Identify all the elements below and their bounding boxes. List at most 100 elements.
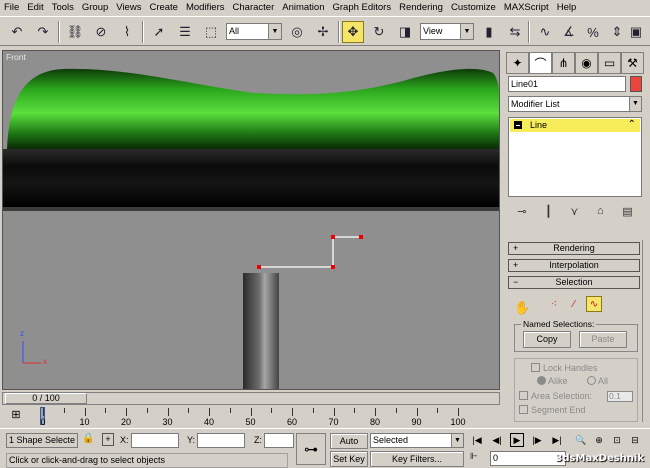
selection-filter-dropdown[interactable]: All ▼ <box>226 23 282 40</box>
z-coordinate-field[interactable] <box>264 433 294 448</box>
remove-modifier-icon[interactable]: ⌂ <box>597 205 604 217</box>
rollout-selection[interactable]: − Selection <box>508 276 640 289</box>
spinner-snap-icon[interactable]: ⇕ <box>606 21 628 43</box>
modify-tab-icon[interactable]: ⌒ <box>529 52 552 74</box>
select-and-rotate-icon[interactable]: ↻ <box>368 21 390 43</box>
key-mode-toggle-icon[interactable]: ⊩ <box>470 451 478 462</box>
alike-radio[interactable]: Alike <box>537 376 568 387</box>
display-tab-icon[interactable]: ▭ <box>598 52 621 74</box>
bind-to-space-warp-icon[interactable]: ⌇ <box>116 21 138 43</box>
show-end-result-icon[interactable]: ┃ <box>545 205 552 218</box>
menu-item-customize[interactable]: Customize <box>447 0 500 16</box>
select-and-link-manipulate-icon[interactable]: ⇆ <box>504 21 526 43</box>
key-mode-dropdown[interactable]: Selected ▼ <box>370 433 464 448</box>
menu-item-edit[interactable]: Edit <box>23 0 47 16</box>
all-radio[interactable]: All <box>587 376 608 387</box>
key-filters-button[interactable]: Key Filters... <box>370 451 464 467</box>
time-slider[interactable]: 0 / 100 <box>2 392 500 405</box>
use-pivot-center-icon[interactable]: ▮ <box>478 21 500 43</box>
snaps-toggle-icon[interactable]: ∿ <box>534 21 556 43</box>
percent-snap-icon[interactable]: % <box>582 21 604 43</box>
spline-overlay[interactable] <box>3 51 500 390</box>
paste-button[interactable]: Paste <box>579 331 627 348</box>
menu-item-animation[interactable]: Animation <box>278 0 328 16</box>
selection-lock-icon[interactable]: 🔒 <box>82 433 94 444</box>
zoom-all-icon[interactable]: ⊕ <box>592 433 606 447</box>
select-and-link-icon[interactable]: ⛓ <box>64 21 86 43</box>
segment-end-checkbox[interactable]: Segment End <box>519 405 586 416</box>
select-object-icon[interactable]: ➚ <box>148 21 170 43</box>
menu-item-help[interactable]: Help <box>553 0 581 16</box>
command-panel-scrollbar[interactable] <box>642 240 648 422</box>
angle-snap-icon[interactable]: ∡ <box>558 21 580 43</box>
copy-button[interactable]: Copy <box>523 331 571 348</box>
configure-modifier-sets-icon[interactable]: ▤ <box>622 205 632 218</box>
menu-item-character[interactable]: Character <box>229 0 279 16</box>
utilities-tab-icon[interactable]: ⚒ <box>621 52 644 74</box>
auto-key-button[interactable]: Auto Key <box>330 433 368 460</box>
collapse-icon[interactable] <box>514 121 522 129</box>
go-to-start-icon[interactable]: |◀ <box>470 433 484 447</box>
area-selection-spinner[interactable]: 0.1 <box>607 391 633 402</box>
menu-item-modifiers[interactable]: Modifiers <box>182 0 229 16</box>
zoom-extents-icon[interactable]: ⊡ <box>610 433 624 447</box>
modifier-stack[interactable]: Line ⌃ <box>508 117 642 197</box>
window-crossing-icon[interactable]: ◎ <box>286 21 308 43</box>
menu-item-file[interactable]: File <box>0 0 23 16</box>
menu-item-create[interactable]: Create <box>145 0 182 16</box>
stack-item-line[interactable]: Line ⌃ <box>510 119 640 132</box>
rollout-interpolation[interactable]: + Interpolation <box>508 259 640 272</box>
front-viewport[interactable]: Front z x <box>2 50 500 390</box>
reference-coordinate-dropdown[interactable]: View ▼ <box>420 23 474 40</box>
select-by-name-icon[interactable]: ☰ <box>174 21 196 43</box>
vertex-level-icon[interactable]: ⁖ <box>546 296 562 312</box>
menu-item-maxscript[interactable]: MAXScript <box>500 0 553 16</box>
modifier-list-dropdown[interactable]: Modifier List ▼ <box>508 96 642 112</box>
undo-icon[interactable]: ↶ <box>6 21 28 43</box>
rollout-rendering-label: Rendering <box>553 243 595 253</box>
make-unique-icon[interactable]: ⋎ <box>570 205 578 218</box>
x-coordinate-field[interactable] <box>131 433 179 448</box>
hierarchy-tab-icon[interactable]: ⋔ <box>552 52 575 74</box>
y-coordinate-field[interactable] <box>197 433 245 448</box>
selection-count-field: 1 Shape Selecte <box>6 433 78 448</box>
area-selection-checkbox[interactable]: Area Selection: <box>519 391 592 402</box>
menu-item-views[interactable]: Views <box>112 0 145 16</box>
menu-item-rendering[interactable]: Rendering <box>395 0 447 16</box>
open-mini-curve-editor-icon[interactable]: ⊞ <box>8 408 24 424</box>
select-and-scale-icon[interactable]: ◨ <box>394 21 416 43</box>
select-and-manipulate-icon[interactable]: ✢ <box>312 21 334 43</box>
object-color-swatch[interactable] <box>630 76 642 92</box>
chevron-down-icon: ▼ <box>629 97 641 111</box>
rollout-rendering[interactable]: + Rendering <box>508 242 640 255</box>
menu-item-graph-editors[interactable]: Graph Editors <box>328 0 395 16</box>
y-label: Y: <box>187 435 196 445</box>
lock-handles-checkbox[interactable]: Lock Handles <box>531 363 598 374</box>
create-tab-icon[interactable]: ✦ <box>506 52 529 74</box>
track-bar[interactable]: ⊞ 0 10 20 30 40 50 60 70 80 90 100 <box>0 406 500 428</box>
expand-icon: + <box>513 260 519 270</box>
zoom-icon[interactable]: 🔍 <box>574 433 588 447</box>
named-selection-sets-icon[interactable]: ▣ <box>626 21 646 43</box>
segment-level-icon[interactable]: ∕ <box>566 296 582 312</box>
redo-icon[interactable]: ↷ <box>32 21 54 43</box>
set-key-button[interactable]: Set Key <box>330 451 368 467</box>
pin-stack-icon[interactable]: ⊸ <box>517 205 526 218</box>
reference-coordinate-value: View <box>423 26 443 36</box>
next-frame-icon[interactable]: |▶ <box>530 433 544 447</box>
select-and-move-icon[interactable]: ✥ <box>342 21 364 43</box>
object-name-field[interactable]: Line01 <box>508 76 626 92</box>
key-icon[interactable]: ⊶ <box>296 433 326 465</box>
go-to-end-icon[interactable]: ▶| <box>550 433 564 447</box>
motion-tab-icon[interactable]: ◉ <box>575 52 598 74</box>
time-slider-thumb[interactable]: 0 / 100 <box>5 393 87 404</box>
menu-item-group[interactable]: Group <box>78 0 112 16</box>
previous-frame-icon[interactable]: ◀| <box>490 433 504 447</box>
spline-level-icon[interactable]: ∿ <box>586 296 602 312</box>
unlink-selection-icon[interactable]: ⊘ <box>90 21 112 43</box>
rectangular-selection-region-icon[interactable]: ⬚ <box>200 21 222 43</box>
absolute-mode-icon[interactable]: + <box>102 433 114 446</box>
menu-item-tools[interactable]: Tools <box>48 0 78 16</box>
zoom-extents-all-icon[interactable]: ⊟ <box>628 433 642 447</box>
play-icon[interactable]: ▶ <box>510 433 524 447</box>
